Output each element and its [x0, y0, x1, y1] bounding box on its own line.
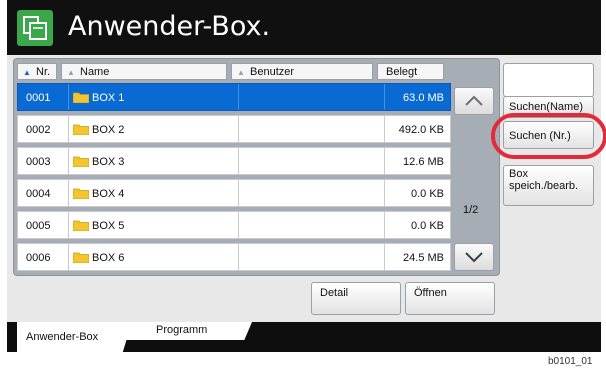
row-nr: 0003: [26, 156, 51, 168]
folder-icon: [73, 252, 89, 263]
row-name: BOX 1: [92, 92, 125, 104]
folder-icon: [73, 124, 89, 135]
column-header-benutzer[interactable]: ▲ Benutzer: [231, 63, 373, 80]
row-name: BOX 4: [92, 188, 125, 200]
row-belegt: 492.0 KB: [398, 124, 444, 136]
folder-icon: [73, 220, 89, 231]
row-nr: 0002: [26, 124, 51, 136]
row-name: BOX 3: [92, 156, 125, 168]
row-nr: 0004: [26, 188, 51, 200]
row-name: BOX 5: [92, 220, 125, 232]
tab-label: Programm: [156, 324, 208, 336]
row-name: BOX 2: [92, 124, 125, 136]
table-row[interactable]: 0005 BOX 5 0.0 KB: [17, 211, 451, 239]
column-header-nr[interactable]: ▲ Nr.: [17, 63, 57, 80]
folder-icon: [73, 156, 89, 167]
table-row[interactable]: 0004 BOX 4 0.0 KB: [17, 179, 451, 207]
chevron-down-icon: [465, 252, 483, 263]
box-save-edit-button[interactable]: Box speich./bearb.: [503, 165, 594, 206]
sort-icon: ▲: [237, 68, 245, 77]
figure-caption: b0101_01: [548, 356, 593, 367]
column-header-label: Nr.: [36, 66, 51, 78]
scroll-up-button[interactable]: [454, 87, 494, 115]
table-row[interactable]: 0003 BOX 3 12.6 MB: [17, 147, 451, 175]
sort-ascending-icon: ▲: [23, 68, 31, 77]
column-header-label: Name: [80, 66, 110, 78]
tab-programm[interactable]: Programm: [124, 322, 252, 340]
open-button[interactable]: Öffnen: [405, 282, 495, 315]
device-screen: Anwender-Box. ▲ Nr. ▲ Name ▲ Benutzer Be…: [7, 0, 606, 352]
detail-button[interactable]: Detail: [311, 282, 401, 315]
row-belegt: 12.6 MB: [403, 156, 444, 168]
row-name: BOX 6: [92, 252, 125, 264]
row-nr: 0001: [26, 92, 51, 104]
column-header-belegt[interactable]: Belegt: [377, 63, 444, 80]
table-row[interactable]: 0002 BOX 2 492.0 KB: [17, 115, 451, 143]
folder-icon: [73, 188, 89, 199]
sort-icon: ▲: [67, 68, 75, 77]
page-indicator: 1/2: [463, 204, 479, 216]
table-row[interactable]: 0006 BOX 6 24.5 MB: [17, 243, 451, 271]
button-label: Suchen(Name): [509, 101, 583, 113]
search-display-field: [503, 63, 594, 97]
button-label: Box: [509, 168, 528, 180]
row-nr: 0006: [26, 252, 51, 264]
row-nr: 0005: [26, 220, 51, 232]
row-belegt: 24.5 MB: [403, 252, 444, 264]
row-belegt: 0.0 KB: [410, 220, 444, 232]
scroll-down-button[interactable]: [454, 243, 494, 271]
page-title: Anwender-Box.: [68, 11, 271, 42]
highlight-marker: [491, 113, 606, 159]
button-label: Öffnen: [414, 287, 447, 299]
folder-icon: [73, 92, 89, 103]
chevron-up-icon: [465, 95, 483, 106]
tab-anwender-box[interactable]: Anwender-Box: [17, 322, 132, 352]
row-belegt: 0.0 KB: [410, 188, 444, 200]
column-header-name[interactable]: ▲ Name: [61, 63, 227, 80]
column-header-label: Benutzer: [250, 66, 295, 78]
tab-label: Anwender-Box: [26, 331, 99, 343]
box-icon: [17, 10, 53, 46]
table-row[interactable]: 0001 BOX 1 63.0 MB: [17, 83, 451, 111]
button-label: Detail: [320, 287, 349, 299]
column-header-label: Belegt: [386, 66, 418, 78]
title-bar: Anwender-Box.: [7, 0, 601, 55]
row-belegt: 63.0 MB: [403, 92, 444, 104]
button-label: speich./bearb.: [509, 180, 579, 192]
